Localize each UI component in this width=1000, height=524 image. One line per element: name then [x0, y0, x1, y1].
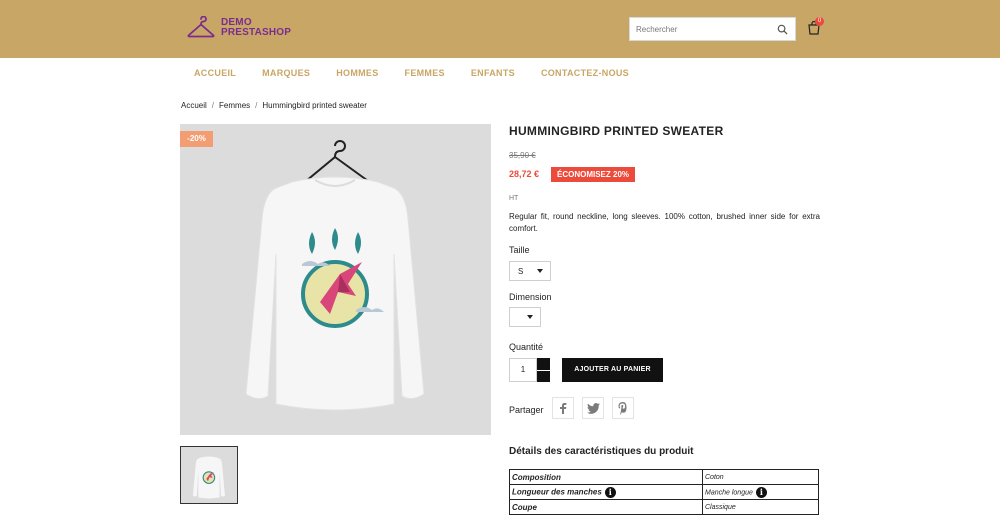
share-pinterest-button[interactable] [612, 397, 634, 419]
info-icon[interactable]: i [755, 486, 767, 498]
size-select[interactable]: S [509, 261, 551, 281]
feature-name: Longueur des manches [512, 487, 602, 497]
search-input[interactable] [630, 19, 770, 39]
table-row: Composition Coton [509, 469, 819, 485]
quantity-decrease-button[interactable] [537, 370, 550, 382]
hanger-icon [187, 16, 215, 38]
add-to-cart-button[interactable]: AJOUTER AU PANIER [562, 358, 663, 382]
feature-value: Coton [702, 469, 819, 485]
shop-logo[interactable]: DEMO PRESTASHOP [187, 16, 291, 40]
breadcrumb: Accueil / Femmes / Hummingbird printed s… [181, 101, 367, 110]
breadcrumb-current: Hummingbird printed sweater [262, 101, 367, 110]
nav-item-marques[interactable]: MARQUES [249, 66, 323, 80]
nav-item-enfants[interactable]: ENFANTS [458, 66, 528, 80]
tax-label: HT [509, 195, 519, 202]
product-main-image[interactable] [180, 124, 491, 435]
quantity-input[interactable]: 1 [509, 358, 537, 382]
feature-name: Coupe [509, 499, 703, 515]
cart-count-badge: 0 [815, 17, 824, 26]
product-details-title: Détails des caractéristiques du produit [509, 446, 694, 457]
old-price: 35,90 € [509, 151, 536, 160]
nav-item-femmes[interactable]: FEMMES [392, 66, 458, 80]
search-icon[interactable] [777, 24, 788, 35]
feature-name-cell: Longueur des manches i [509, 484, 703, 500]
feature-value: Manche longue [705, 488, 753, 496]
breadcrumb-separator: / [255, 101, 258, 110]
feature-name: Composition [509, 469, 703, 485]
share-label: Partager [509, 405, 544, 415]
site-header [0, 0, 1000, 58]
discount-flag: -20% [180, 131, 213, 147]
facebook-icon [560, 403, 567, 414]
nav-item-hommes[interactable]: HOMMES [323, 66, 391, 80]
share-twitter-button[interactable] [582, 397, 604, 419]
table-row: Coupe Classique [509, 499, 819, 515]
breadcrumb-home[interactable]: Accueil [181, 101, 207, 110]
savings-badge: ÉCONOMISEZ 20% [551, 167, 636, 182]
dimension-label: Dimension [509, 292, 552, 302]
nav-item-accueil[interactable]: ACCUEIL [181, 66, 249, 80]
info-icon[interactable]: i [604, 486, 616, 498]
search-box [629, 17, 796, 41]
table-row: Longueur des manches i Manche longue i [509, 484, 819, 500]
sweater-thumbnail-image [192, 456, 225, 499]
pinterest-icon [618, 401, 627, 415]
quantity-label: Quantité [509, 342, 544, 352]
feature-value: Classique [702, 499, 819, 515]
chevron-down-icon [537, 269, 543, 273]
breadcrumb-category[interactable]: Femmes [219, 101, 250, 110]
size-label: Taille [509, 245, 530, 255]
share-facebook-button[interactable] [552, 397, 574, 419]
product-title: HUMMINGBIRD PRINTED SWEATER [509, 124, 724, 138]
logo-line-2: PRESTASHOP [221, 27, 292, 38]
chevron-down-icon [527, 315, 533, 319]
product-features-table: Composition Coton Longueur des manches i … [509, 469, 819, 515]
feature-value-cell: Manche longue i [702, 484, 819, 500]
nav-item-contact[interactable]: CONTACTEZ-NOUS [528, 66, 642, 80]
twitter-icon [586, 402, 600, 414]
size-select-value: S [518, 266, 524, 276]
quantity-increase-button[interactable] [537, 358, 550, 370]
dimension-select[interactable] [509, 307, 541, 327]
product-description: Regular fit, round neckline, long sleeve… [509, 212, 820, 233]
current-price: 28,72 € [509, 169, 540, 179]
sweater-image [245, 140, 425, 411]
main-nav: ACCUEIL MARQUES HOMMES FEMMES ENFANTS CO… [181, 66, 642, 80]
product-thumbnail[interactable] [180, 446, 238, 504]
breadcrumb-separator: / [211, 101, 215, 110]
